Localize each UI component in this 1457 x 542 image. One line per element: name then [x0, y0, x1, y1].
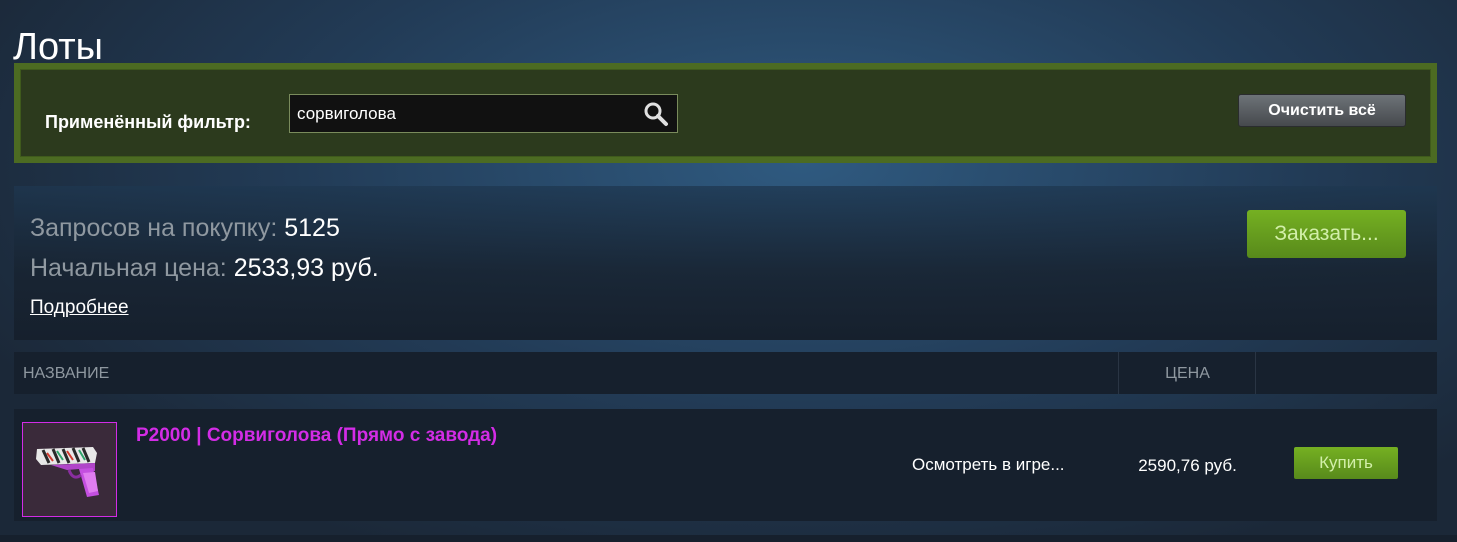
filter-label: Применённый фильтр:	[45, 112, 251, 132]
details-link[interactable]: Подробнее	[30, 297, 129, 319]
start-price-value: 2533,93 руб.	[233, 254, 379, 282]
start-price-label: Начальная цена:	[30, 254, 227, 282]
pistol-icon	[36, 447, 99, 497]
item-name-link[interactable]: P2000 | Сорвиголова (Прямо с завода)	[136, 425, 497, 447]
inspect-in-game-link[interactable]: Осмотреть в игре...	[912, 455, 1065, 475]
item-image[interactable]	[22, 422, 117, 517]
search-icon[interactable]	[643, 101, 669, 127]
filter-input[interactable]	[290, 95, 630, 132]
buy-requests: Запросов на покупку: 5125	[30, 214, 340, 243]
item-price: 2590,76 руб.	[1138, 456, 1237, 475]
next-row-edge	[0, 535, 1457, 542]
buy-requests-label: Запросов на покупку:	[30, 214, 278, 242]
buy-button[interactable]: Купить	[1294, 447, 1398, 479]
clear-all-button[interactable]: Очистить всё	[1238, 94, 1406, 127]
filter-bar: Применённый фильтр: Очистить всё	[14, 63, 1437, 163]
place-order-button[interactable]: Заказать...	[1247, 210, 1406, 258]
buy-requests-value: 5125	[284, 214, 340, 242]
column-header-name: НАЗВАНИЕ	[23, 365, 110, 382]
listings-table-header: НАЗВАНИЕ ЦЕНА	[14, 352, 1437, 394]
column-divider	[1118, 352, 1119, 394]
buy-order-summary: Запросов на покупку: 5125 Начальная цена…	[14, 186, 1437, 340]
table-row: P2000 | Сорвиголова (Прямо с завода) Осм…	[14, 409, 1437, 521]
filter-panel: Применённый фильтр: Очистить всё	[20, 69, 1431, 157]
start-price: Начальная цена: 2533,93 руб.	[30, 254, 379, 283]
column-divider	[1255, 352, 1256, 394]
column-header-price: ЦЕНА	[1165, 365, 1210, 382]
filter-search-box[interactable]	[289, 94, 678, 133]
